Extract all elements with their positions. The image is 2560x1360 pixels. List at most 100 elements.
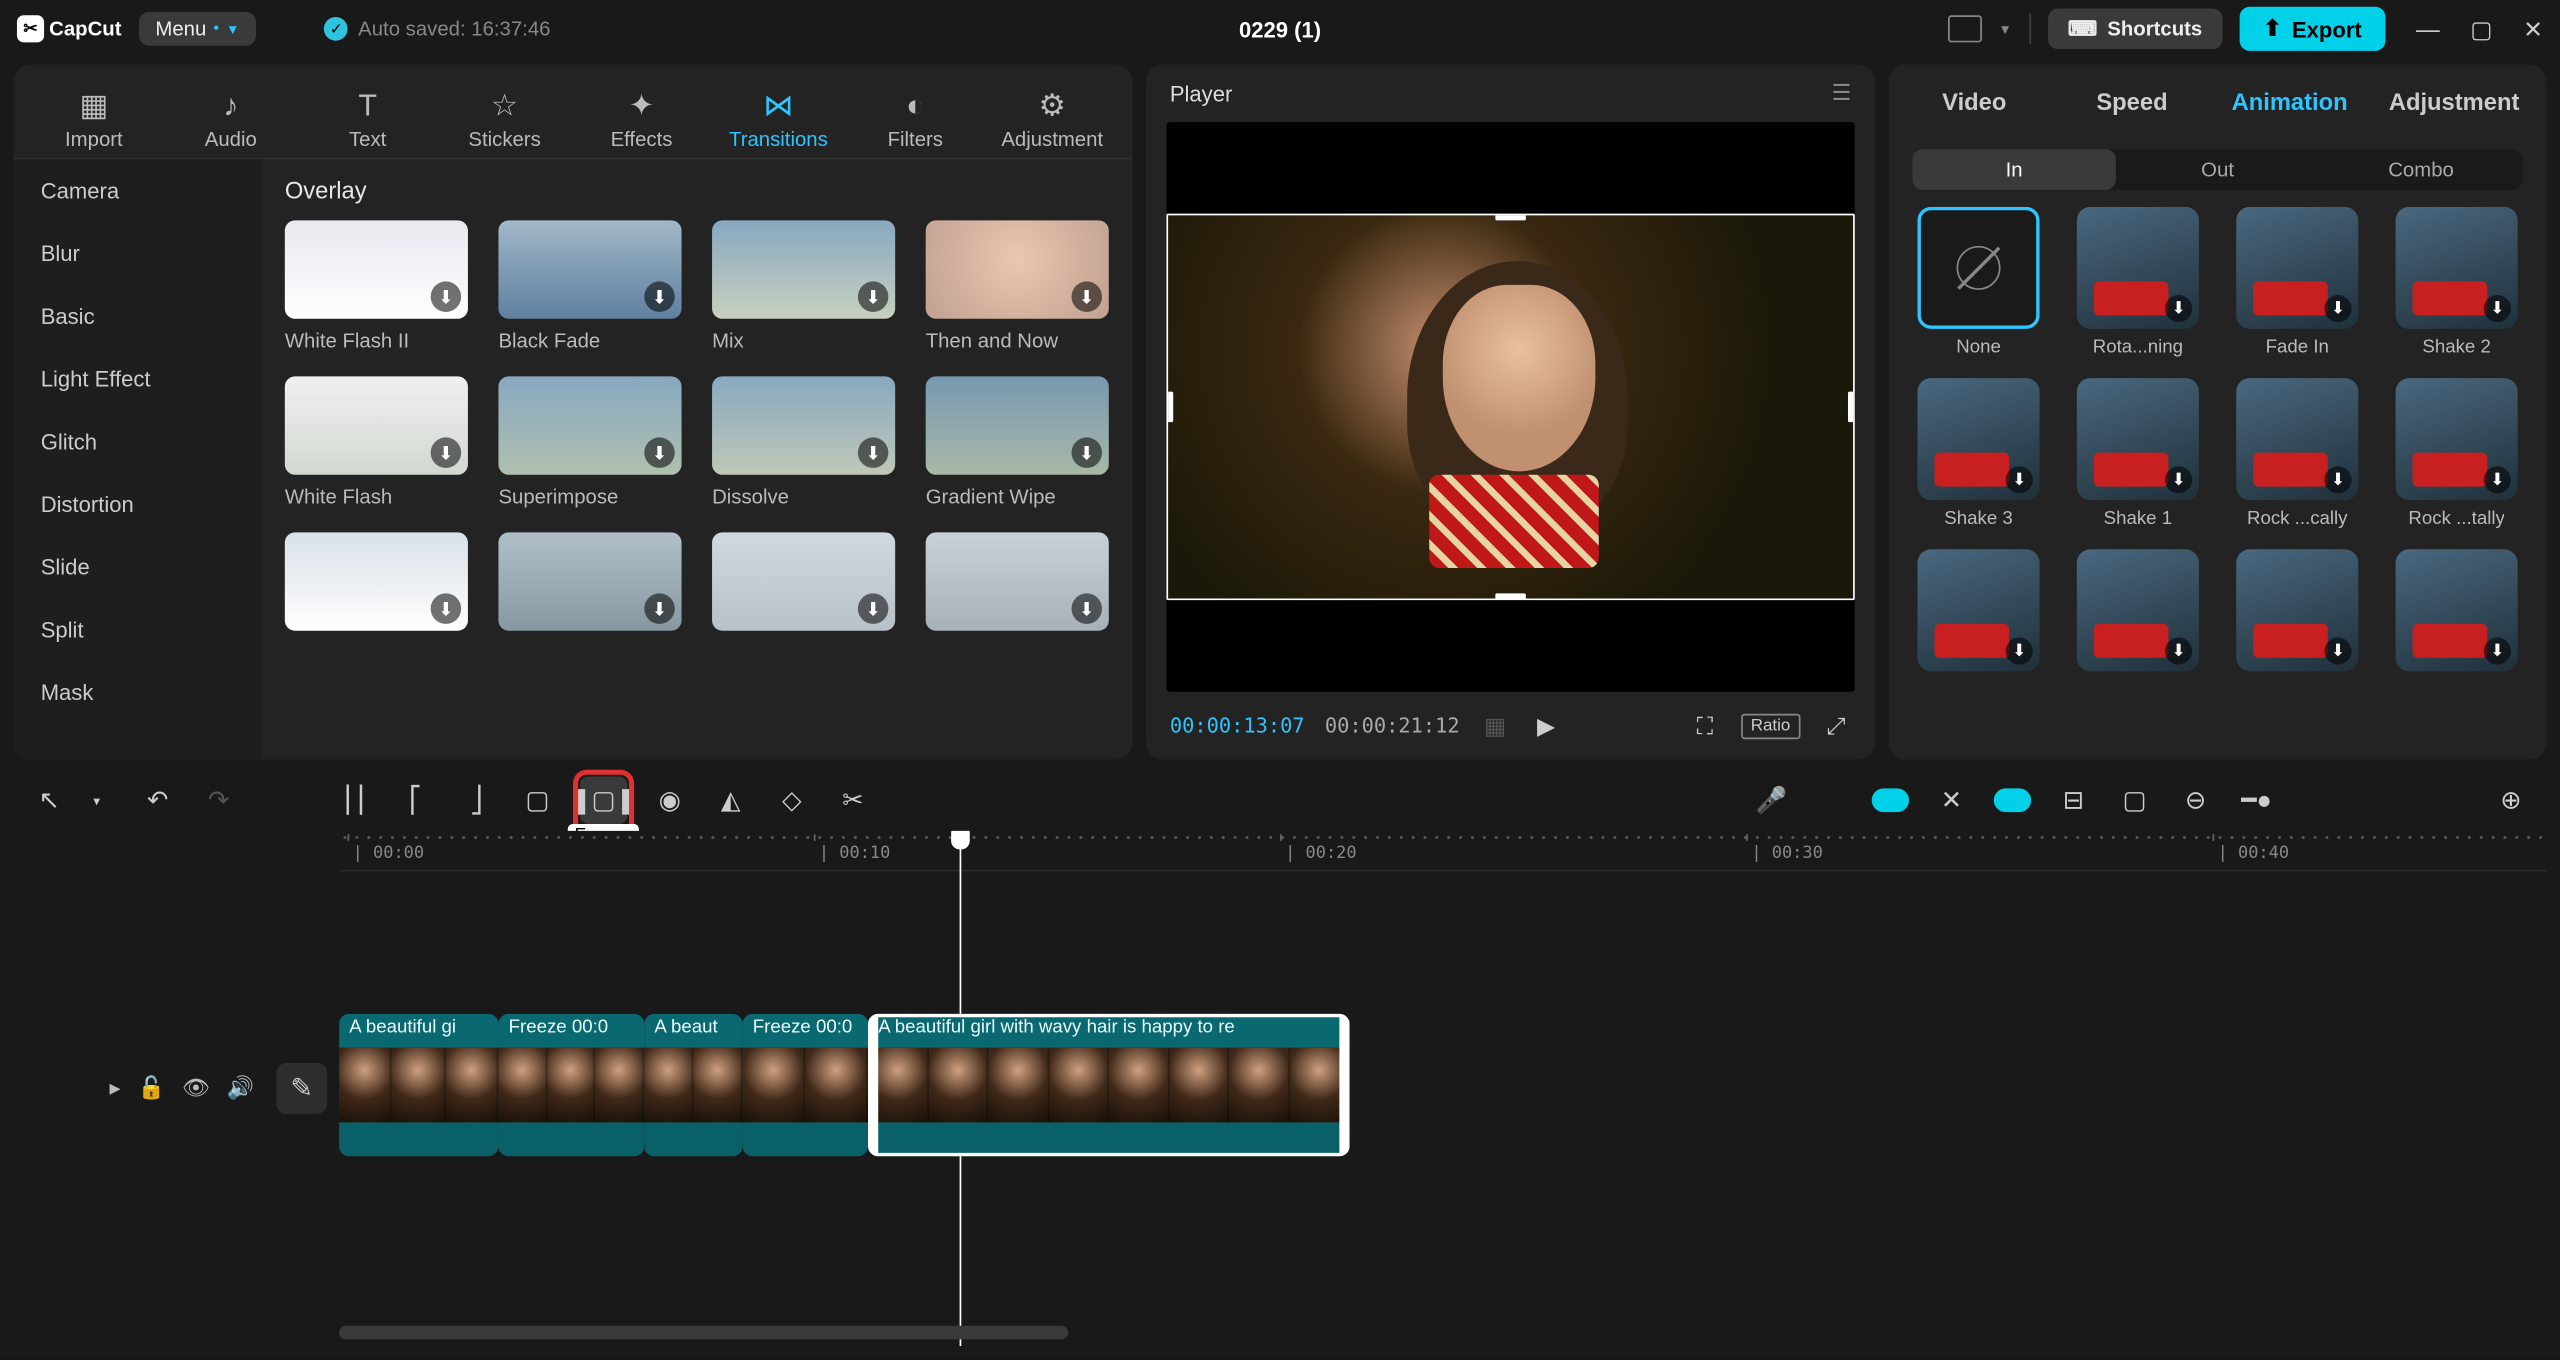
sidebar-item-distortion[interactable]: Distortion [14, 473, 262, 536]
download-icon[interactable]: ⬇ [2484, 295, 2511, 322]
download-icon[interactable]: ⬇ [2484, 466, 2511, 493]
transition-item[interactable]: ⬇Dissolve [712, 376, 895, 508]
transition-item[interactable]: ⬇White Flash II [285, 220, 468, 352]
sidebar-item-blur[interactable]: Blur [14, 222, 262, 285]
zoom-in-icon[interactable]: ⊕ [2492, 782, 2529, 819]
animation-item[interactable]: ⬇ [1912, 549, 2044, 680]
transition-item[interactable]: ⬇ [285, 532, 468, 641]
download-icon[interactable]: ⬇ [858, 593, 889, 624]
crop-icon[interactable]: ✂ [834, 782, 871, 819]
redo-icon[interactable]: ↷ [200, 782, 237, 819]
animation-item[interactable]: ⬇Rock ...tally [2391, 378, 2523, 529]
menu-icon[interactable]: ☰ [1832, 80, 1852, 107]
mic-icon[interactable]: 🎤 [1753, 782, 1790, 819]
timeline-clip[interactable]: Freeze 00:0 [498, 1014, 644, 1156]
zoom-out-icon[interactable]: ⊖ [2177, 782, 2214, 819]
freeze-icon[interactable]: ❚▢❚ [580, 776, 627, 823]
download-icon[interactable]: ⬇ [1071, 437, 1102, 468]
toggle-1[interactable] [1872, 788, 1909, 812]
cursor-icon[interactable]: ↖ [31, 782, 68, 819]
download-icon[interactable]: ⬇ [2324, 466, 2351, 493]
properties-tab-speed[interactable]: Speed [2053, 71, 2211, 132]
ratio-button[interactable]: Ratio [1741, 713, 1801, 738]
animation-item[interactable]: None [1912, 207, 2044, 358]
download-icon[interactable]: ⬇ [2484, 637, 2511, 664]
download-icon[interactable]: ⬇ [2006, 466, 2033, 493]
timeline-clip[interactable]: A beautiful girl with wavy hair is happy… [868, 1014, 1349, 1156]
shortcuts-button[interactable]: ⌨ Shortcuts [2047, 8, 2222, 49]
reverse-icon[interactable]: ◉ [651, 782, 688, 819]
fullscreen-icon[interactable]: ⤢ [1821, 711, 1852, 740]
marker-icon[interactable]: ▢ [2116, 782, 2153, 819]
sidebar-item-light-effect[interactable]: Light Effect [14, 348, 262, 411]
zoom-slider-icon[interactable]: ━● [2238, 782, 2275, 819]
library-tab-stickers[interactable]: ☆Stickers [438, 88, 572, 158]
resize-handle-left[interactable] [1166, 392, 1173, 423]
animation-item[interactable]: ⬇ [2231, 549, 2363, 680]
link-icon[interactable]: ⊟ [2055, 782, 2092, 819]
lock-icon[interactable]: 🔓 [138, 1075, 165, 1102]
timeline-scrollbar[interactable] [339, 1326, 2546, 1340]
timeline-tracks[interactable]: | 00:00| 00:10| 00:20| 00:30| 00:40 A be… [339, 831, 2546, 1346]
properties-tab-animation[interactable]: Animation [2211, 71, 2369, 132]
resize-handle-right[interactable] [1848, 392, 1855, 423]
sidebar-item-glitch[interactable]: Glitch [14, 410, 262, 473]
download-icon[interactable]: ⬇ [644, 281, 675, 312]
transition-item[interactable]: ⬇ [926, 532, 1109, 641]
animation-item[interactable]: ⬇Shake 1 [2072, 378, 2204, 529]
animation-subtab-combo[interactable]: Combo [2319, 149, 2522, 190]
animation-item[interactable]: ⬇ [2391, 549, 2523, 680]
layout-select-icon[interactable] [1947, 15, 1981, 42]
transition-item[interactable]: ⬇White Flash [285, 376, 468, 508]
download-icon[interactable]: ⬇ [2165, 295, 2192, 322]
undo-icon[interactable]: ↶ [139, 782, 176, 819]
trim-right-icon[interactable]: ⎦ [458, 782, 495, 819]
rotate-icon[interactable]: ◇ [773, 782, 810, 819]
animation-item[interactable]: ⬇ [2072, 549, 2204, 680]
trim-left-icon[interactable]: ⎡ [397, 782, 434, 819]
library-tab-filters[interactable]: ◐Filters [849, 88, 983, 158]
animation-item[interactable]: ⬇Rock ...cally [2231, 378, 2363, 529]
download-icon[interactable]: ⬇ [2324, 637, 2351, 664]
split-icon[interactable]: ⎮⎮ [336, 782, 373, 819]
snap-icon[interactable]: ✕ [1933, 782, 1970, 819]
export-button[interactable]: ⬆ Export [2240, 7, 2386, 51]
sidebar-item-camera[interactable]: Camera [14, 159, 262, 222]
download-icon[interactable]: ⬇ [858, 281, 889, 312]
edit-icon[interactable]: ✎ [276, 1063, 327, 1114]
close-icon[interactable]: ✕ [2523, 14, 2543, 43]
sidebar-item-slide[interactable]: Slide [14, 536, 262, 599]
transition-item[interactable]: ⬇Mix [712, 220, 895, 352]
transition-item[interactable]: ⬇ [712, 532, 895, 641]
download-icon[interactable]: ⬇ [2006, 637, 2033, 664]
library-tab-import[interactable]: ▦Import [27, 88, 161, 158]
download-icon[interactable]: ⬇ [1071, 281, 1102, 312]
minimize-icon[interactable]: — [2416, 14, 2440, 43]
timeline-clip[interactable]: Freeze 00:0 [743, 1014, 868, 1156]
maximize-icon[interactable]: ▢ [2470, 14, 2492, 43]
animation-item[interactable]: ⬇Shake 3 [1912, 378, 2044, 529]
animation-item[interactable]: ⬇Shake 2 [2391, 207, 2523, 358]
timeline-ruler[interactable]: | 00:00| 00:10| 00:20| 00:30| 00:40 [339, 831, 2546, 872]
menu-button[interactable]: Menu ● ▼ [138, 12, 256, 46]
properties-tab-adjustment[interactable]: Adjustment [2368, 71, 2539, 132]
transition-item[interactable]: ⬇ [498, 532, 681, 641]
animation-item[interactable]: ⬇Fade In [2231, 207, 2363, 358]
eye-icon[interactable]: 👁 [182, 1075, 210, 1102]
library-tab-text[interactable]: TText [301, 88, 435, 158]
expand-icon[interactable]: ▸ [109, 1075, 120, 1102]
toggle-2[interactable] [1994, 788, 2031, 812]
preview-frame[interactable] [1166, 213, 1854, 600]
sidebar-item-basic[interactable]: Basic [14, 285, 262, 348]
chevron-down-icon[interactable]: ▼ [1998, 21, 2011, 36]
download-icon[interactable]: ⬇ [644, 593, 675, 624]
timeline-clip[interactable]: A beautiful gi [339, 1014, 498, 1156]
transition-item[interactable]: ⬇Superimpose [498, 376, 681, 508]
mirror-icon[interactable]: ◭ [712, 782, 749, 819]
download-icon[interactable]: ⬇ [2165, 466, 2192, 493]
animation-item[interactable]: ⬇Rota...ning [2072, 207, 2204, 358]
speaker-icon[interactable]: 🔊 [227, 1075, 254, 1102]
download-icon[interactable]: ⬇ [431, 281, 462, 312]
scale-icon[interactable]: ⛶ [1690, 711, 1721, 740]
delete-icon[interactable]: ▢ [519, 782, 556, 819]
